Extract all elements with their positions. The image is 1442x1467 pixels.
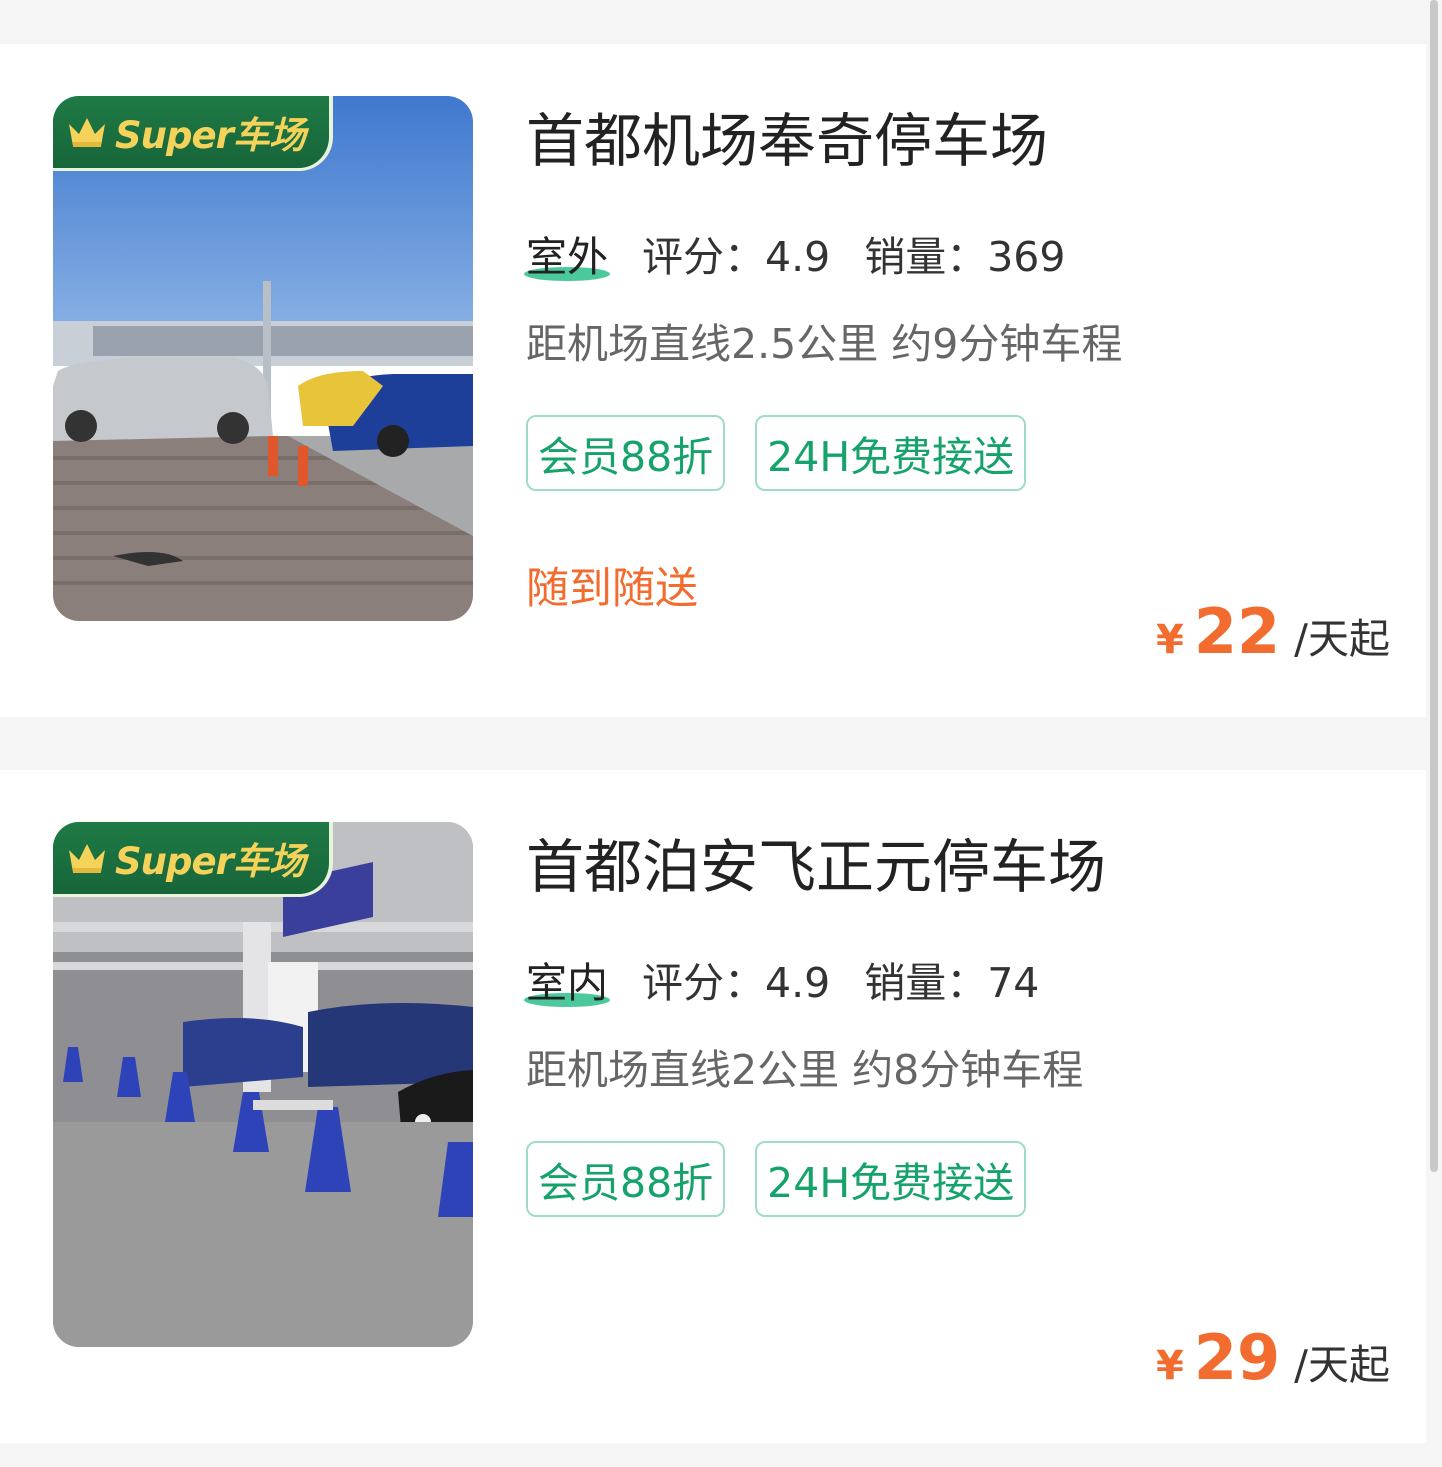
scrollbar[interactable] <box>1430 0 1438 1172</box>
sales-label: 销量： <box>864 959 988 1007</box>
distance-info: 距机场直线2公里 约8分钟车程 <box>526 1046 1084 1094</box>
parking-list-page: Super车场 首都机场奉奇停车场 室外 评分：4.9 销量：369 距机场直线2.… <box>0 0 1442 1467</box>
super-badge-label: Super车场 <box>115 840 306 883</box>
currency-symbol: ¥ <box>1156 617 1184 663</box>
member-discount-tag: 会员88折 <box>526 415 726 491</box>
sales-value: 369 <box>987 233 1066 281</box>
free-shuttle-tag: 24H免费接送 <box>755 1141 1027 1217</box>
currency-symbol: ¥ <box>1156 1343 1184 1389</box>
sales-value: 74 <box>987 959 1040 1007</box>
member-discount-tag: 会员88折 <box>526 1141 726 1217</box>
super-parking-badge: Super车场 <box>53 96 333 171</box>
indoor-parking-photo <box>53 822 473 1347</box>
outdoor-parking-photo <box>53 96 473 621</box>
price-amount: 22 <box>1193 595 1281 668</box>
parking-name[interactable]: 首都机场奉奇停车场 <box>526 106 1048 176</box>
parking-info: 首都泊安飞正元停车场 室内 评分：4.9 销量：74 距机场直线2公里 约8分钟车程… <box>524 770 1390 1443</box>
sales-label: 销量： <box>864 233 988 281</box>
crown-icon <box>69 844 105 873</box>
parking-type: 室内 <box>524 959 610 1007</box>
parking-type: 室外 <box>524 233 610 281</box>
tag-list: 会员88折 24H免费接送 <box>526 415 1027 491</box>
parking-card[interactable]: Super车场 首都机场奉奇停车场 室外 评分：4.9 销量：369 距机场直线2.… <box>0 44 1426 717</box>
rating-label: 评分： <box>642 233 765 281</box>
super-parking-badge: Super车场 <box>53 822 333 897</box>
rating-value: 4.9 <box>765 959 831 1007</box>
price: ¥ 29 /天起 <box>1156 1321 1390 1394</box>
distance-info: 距机场直线2.5公里 约9分钟车程 <box>526 320 1123 368</box>
parking-photo[interactable]: Super车场 <box>53 96 473 621</box>
parking-photo[interactable]: Super车场 <box>53 822 473 1347</box>
price-unit: /天起 <box>1294 1341 1390 1389</box>
super-badge-label: Super车场 <box>115 114 306 157</box>
rating-value: 4.9 <box>765 233 831 281</box>
price-amount: 29 <box>1193 1321 1281 1394</box>
parking-meta: 室内 评分：4.9 销量：74 <box>524 958 1040 1008</box>
crown-icon <box>69 118 105 147</box>
tag-list: 会员88折 24H免费接送 <box>526 1141 1027 1217</box>
free-shuttle-tag: 24H免费接送 <box>755 415 1027 491</box>
rating-label: 评分： <box>642 959 765 1007</box>
price: ¥ 22 /天起 <box>1156 595 1390 668</box>
parking-card[interactable]: Super车场 首都泊安飞正元停车场 室内 评分：4.9 销量：74 距机场直线2公… <box>0 770 1426 1443</box>
parking-name[interactable]: 首都泊安飞正元停车场 <box>526 832 1106 902</box>
parking-info: 首都机场奉奇停车场 室外 评分：4.9 销量：369 距机场直线2.5公里 约9分钟… <box>524 44 1390 717</box>
service-note: 随到随送 <box>526 564 698 614</box>
parking-meta: 室外 评分：4.9 销量：369 <box>524 232 1066 282</box>
price-unit: /天起 <box>1294 615 1390 663</box>
